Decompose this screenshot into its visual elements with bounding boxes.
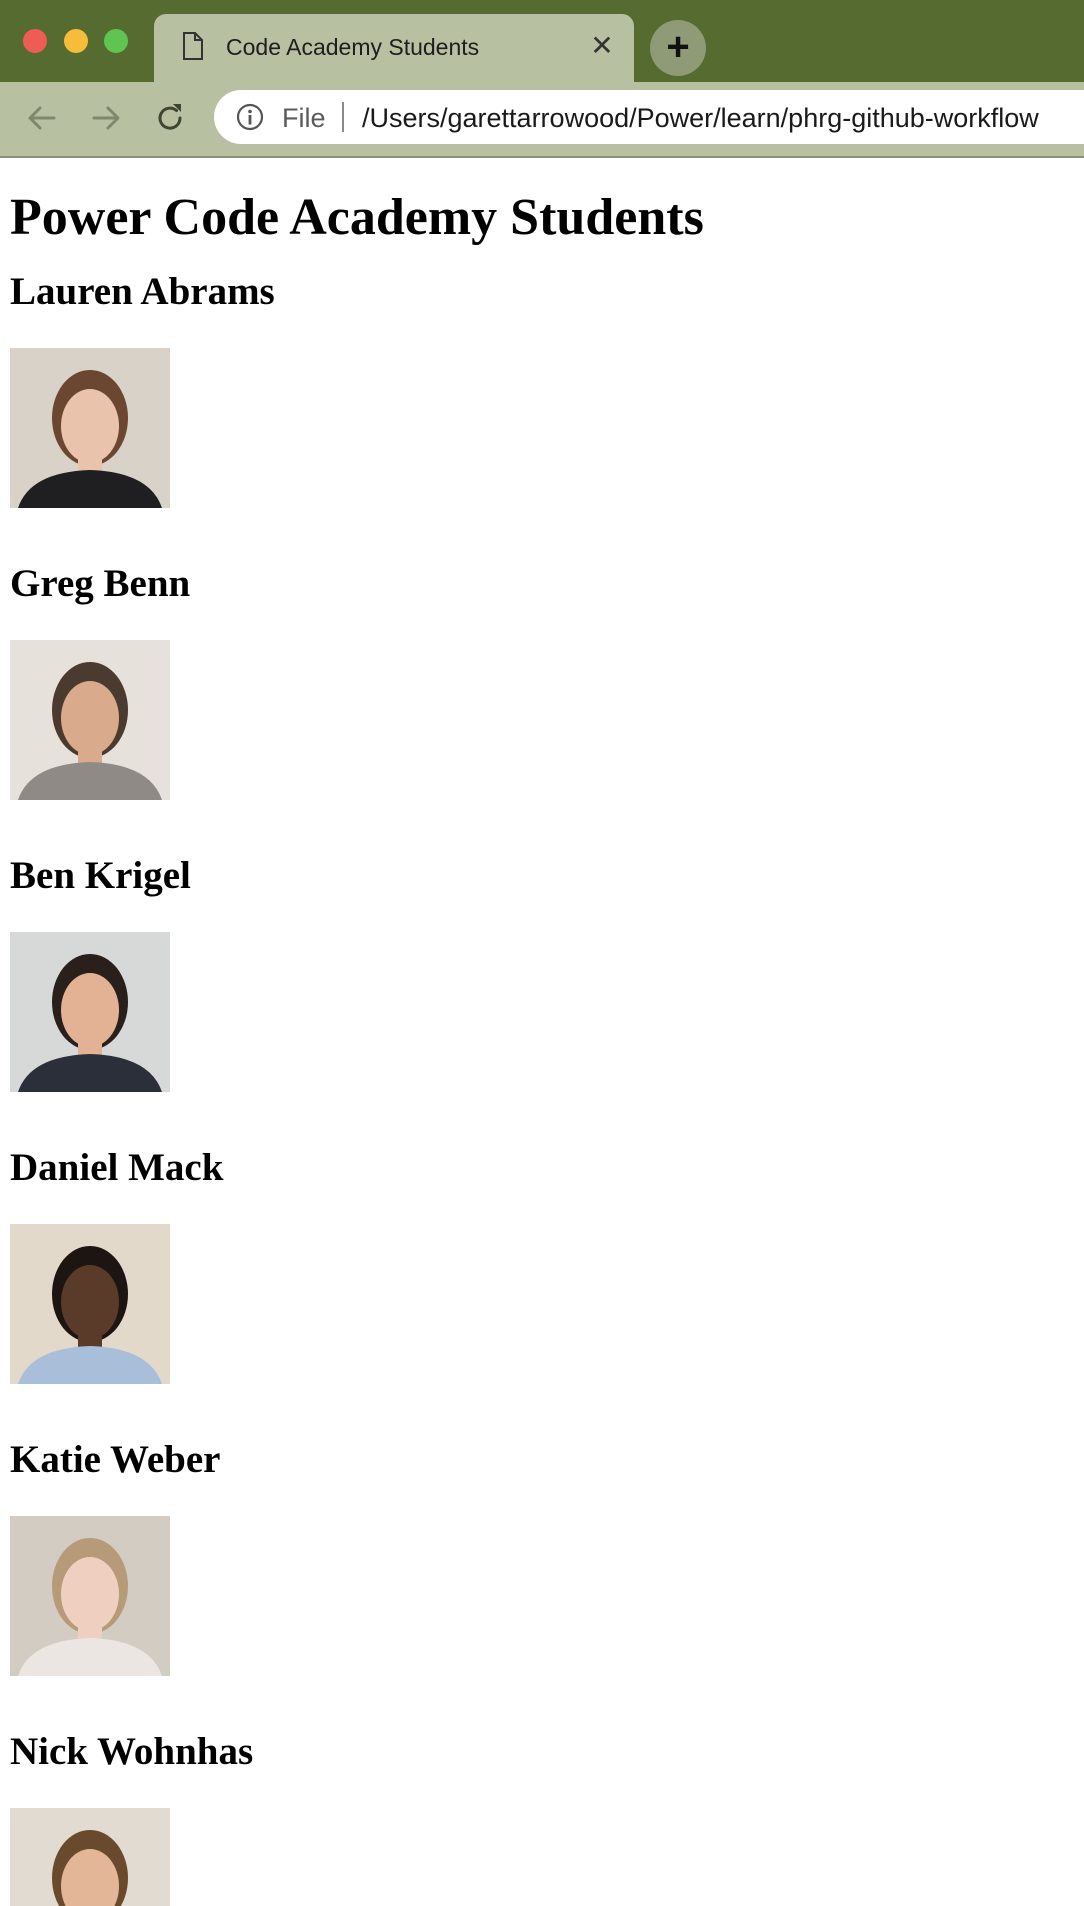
- forward-arrow-icon[interactable]: [88, 100, 124, 136]
- page-viewport: Power Code Academy Students Lauren Abram…: [0, 158, 1084, 1906]
- browser-tab[interactable]: Code Academy Students ✕: [154, 14, 634, 82]
- student-name: Nick Wohnhas: [10, 1730, 254, 1773]
- page-content: Power Code Academy Students Lauren Abram…: [10, 158, 704, 1906]
- student-photo: [10, 348, 170, 508]
- maximize-window-button[interactable]: [104, 29, 128, 53]
- student-name: Katie Weber: [10, 1438, 221, 1481]
- url-text[interactable]: /Users/garettarrowood/Power/learn/phrg-g…: [362, 103, 1039, 134]
- tab-title: Code Academy Students: [226, 34, 480, 60]
- student-entry: Katie Weber: [10, 1438, 704, 1676]
- student-entry: Ben Krigel: [10, 854, 704, 1092]
- student-name: Daniel Mack: [10, 1146, 224, 1189]
- back-arrow-icon[interactable]: [24, 100, 60, 136]
- close-tab-icon[interactable]: ✕: [586, 30, 618, 62]
- close-window-button[interactable]: [23, 29, 47, 53]
- student-entry: Daniel Mack: [10, 1146, 704, 1384]
- student-photo: [10, 640, 170, 800]
- info-icon[interactable]: [236, 103, 264, 131]
- student-photo: [10, 1516, 170, 1676]
- page-title: Power Code Academy Students: [10, 189, 704, 246]
- student-entry: Nick Wohnhas: [10, 1730, 704, 1906]
- document-icon: [182, 32, 204, 60]
- student-name: Ben Krigel: [10, 854, 191, 897]
- student-entry: Lauren Abrams: [10, 270, 704, 508]
- address-bar[interactable]: File /Users/garettarrowood/Power/learn/p…: [214, 90, 1084, 144]
- reload-icon[interactable]: [152, 100, 188, 136]
- student-name: Lauren Abrams: [10, 270, 275, 313]
- student-photo: [10, 1224, 170, 1384]
- student-list: Lauren Abrams Greg Benn Ben Krigel Daniel M…: [10, 270, 704, 1906]
- browser-toolbar: File /Users/garettarrowood/Power/learn/p…: [0, 82, 1084, 158]
- minimize-window-button[interactable]: [64, 29, 88, 53]
- address-divider: [342, 102, 344, 132]
- student-entry: Greg Benn: [10, 562, 704, 800]
- student-name: Greg Benn: [10, 562, 191, 605]
- student-photo: [10, 932, 170, 1092]
- url-scheme-label: File: [282, 103, 326, 133]
- browser-tab-bar: Code Academy Students ✕ +: [0, 0, 1084, 82]
- new-tab-button[interactable]: +: [650, 20, 706, 76]
- student-photo: [10, 1808, 170, 1906]
